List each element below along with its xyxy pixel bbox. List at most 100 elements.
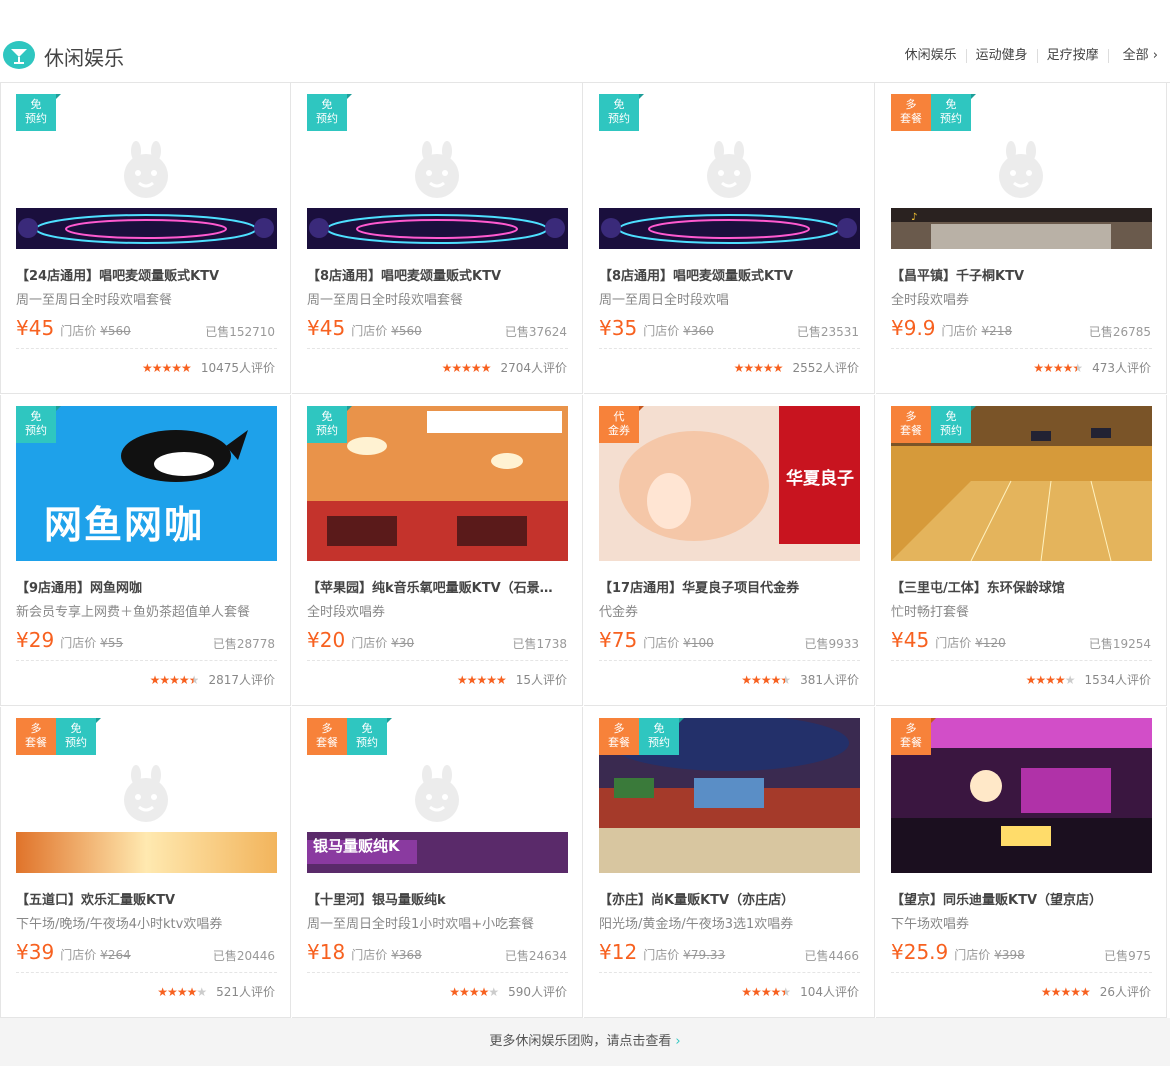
deal-price-group: ¥45 门店价 ¥560 [307, 316, 422, 340]
deal-thumbnail[interactable]: 多 套餐免 预约 [891, 406, 1152, 561]
store-price-label: 门店价 [935, 636, 972, 650]
deal-card[interactable]: 代 金券 华夏良子 【17店通用】华夏良子项目代金券 代金券 ¥75 门店价 ¥100 已售9… [584, 395, 875, 706]
deal-title[interactable]: 【三里屯/工体】东环保龄球馆 [891, 577, 1154, 596]
deal-thumbnail[interactable]: 免 预约 [307, 406, 568, 561]
deal-thumbnail[interactable]: 多 套餐免 预约 ♪ [891, 94, 1152, 249]
store-price-label: 门店价 [351, 324, 388, 338]
ktv-banner-image [307, 208, 568, 249]
store-price: ¥79.33 [683, 948, 726, 962]
store-price: ¥264 [100, 948, 131, 962]
netcafe-logo-text: 网鱼网咖 [44, 503, 205, 547]
rating: ★★★★★ 15人评价 [457, 671, 567, 688]
badge: 免 预约 [931, 406, 976, 443]
divider [599, 348, 860, 349]
rating: ★★★★★ 2704人评价 [442, 359, 567, 376]
deal-title[interactable]: 【五道口】欢乐汇量贩KTV [16, 889, 279, 908]
badge-group: 多 套餐免 预约 [307, 718, 392, 755]
massage-brand-text: 华夏良子 [786, 469, 854, 489]
deal-card[interactable]: 多 套餐免 预约 ♪ 【昌平镇】千子桐KTV 全时段欢唱券 ¥9.9 门店价 ¥218 已售2… [876, 83, 1167, 394]
divider [307, 972, 568, 973]
deal-title[interactable]: 【十里河】银马量贩纯k [307, 889, 570, 908]
star-rating-icon: ★★★★★ [456, 672, 507, 687]
deal-thumbnail[interactable]: 多 套餐免 预约银马量贩纯K [307, 718, 568, 873]
deal-thumbnail[interactable]: 多 套餐免 预约 [599, 718, 860, 873]
review-count: 2817人评价 [208, 673, 275, 687]
deal-title[interactable]: 【昌平镇】千子桐KTV [891, 265, 1154, 284]
deal-price: ¥45 [891, 628, 930, 652]
badge: 多 套餐 [891, 94, 936, 131]
sold-count: 已售9933 [804, 637, 859, 651]
deal-card[interactable]: 免 预约 【24店通用】唱吧麦颂量贩式KTV 周一至周日全时段欢唱套餐 ¥45 门店价 ¥… [0, 83, 291, 394]
deal-price: ¥9.9 [891, 316, 936, 340]
deal-thumbnail[interactable]: 免 预约 [16, 94, 277, 249]
rating: ★★★★★ 521人评价 [157, 983, 275, 1000]
badge: 免 预约 [931, 94, 976, 131]
deal-price: ¥18 [307, 940, 346, 964]
store-price: ¥560 [100, 324, 131, 338]
deal-title[interactable]: 【8店通用】唱吧麦颂量贩式KTV [307, 265, 570, 284]
review-count: 10475人评价 [200, 361, 275, 375]
deal-thumbnail[interactable]: 免 预约网鱼网咖 [16, 406, 277, 561]
deal-title[interactable]: 【苹果园】纯k音乐氧吧量贩KTV（石景… [307, 577, 570, 596]
deal-price-group: ¥12 门店价 ¥79.33 [599, 940, 725, 964]
review-count: 590人评价 [508, 985, 567, 999]
page-title: 休闲娱乐 [44, 46, 124, 70]
deal-card[interactable]: 多 套餐免 预约 【亦庄】尚K量贩KTV（亦庄店） 阳光场/黄金场/午夜场3选1欢唱… [584, 707, 875, 1018]
store-price-label: 门店价 [954, 948, 991, 962]
store-price-label: 门店价 [60, 324, 97, 338]
store-price: ¥368 [391, 948, 422, 962]
badge-group: 免 预约 [307, 406, 352, 443]
badge: 免 预约 [16, 406, 61, 443]
nav-item-fitness[interactable]: 运动健身 [967, 49, 1038, 63]
review-count: 1534人评价 [1084, 673, 1151, 687]
deal-thumbnail[interactable]: 免 预约 [307, 94, 568, 249]
placeholder-mascot-icon [124, 765, 168, 822]
deal-thumbnail[interactable]: 代 金券华夏良子 [599, 406, 860, 561]
badge: 免 预约 [307, 94, 352, 131]
nav-item-leisure[interactable]: 休闲娱乐 [896, 49, 967, 63]
sold-count: 已售4466 [804, 949, 859, 963]
deal-card[interactable]: 多 套餐免 预约 银马量贩纯K 【十里河】银马量贩纯k 周一至周日全时段1小时欢唱+小… [292, 707, 583, 1018]
deal-card[interactable]: 免 预约 【8店通用】唱吧麦颂量贩式KTV 周一至周日全时段欢唱 ¥35 门店价 ¥360… [584, 83, 875, 394]
sold-count: 已售28778 [212, 637, 275, 651]
deal-thumbnail[interactable]: 多 套餐免 预约 [16, 718, 277, 873]
deal-card[interactable]: 免 预约 网鱼网咖 【9店通用】网鱼网咖 新会员专享上网费＋鱼奶茶超值单人套餐 ¥29 门… [0, 395, 291, 706]
deal-price-group: ¥45 门店价 ¥560 [16, 316, 131, 340]
deal-card[interactable]: 多 套餐 【望京】同乐迪量贩KTV（望京店） 下午场欢唱券 ¥25.9 门店价 ¥398 已… [876, 707, 1167, 1018]
deal-thumbnail[interactable]: 免 预约 [599, 94, 860, 249]
deal-price: ¥39 [16, 940, 55, 964]
deal-card[interactable]: 免 预约 【8店通用】唱吧麦颂量贩式KTV 周一至周日全时段欢唱套餐 ¥45 门店价 ¥5… [292, 83, 583, 394]
deal-price-group: ¥35 门店价 ¥360 [599, 316, 714, 340]
deal-price-group: ¥9.9 门店价 ¥218 [891, 316, 1012, 340]
sold-count: 已售152710 [205, 325, 275, 339]
nav-item-all[interactable]: 全部 › [1109, 49, 1170, 63]
divider [891, 972, 1152, 973]
svg-text:♪: ♪ [911, 212, 917, 223]
more-deals-link[interactable]: 更多休闲娱乐团购，请点击查看 › [0, 1018, 1170, 1066]
deal-card[interactable]: 多 套餐免 预约【五道口】欢乐汇量贩KTV 下午场/晚场/午夜场4小时ktv欢唱券… [0, 707, 291, 1018]
banner-text: 银马量贩纯K [313, 837, 400, 855]
deal-price-group: ¥45 门店价 ¥120 [891, 628, 1006, 652]
deal-title[interactable]: 【17店通用】华夏良子项目代金券 [599, 577, 862, 596]
deal-title[interactable]: 【亦庄】尚K量贩KTV（亦庄店） [599, 889, 862, 908]
deal-subtitle: 下午场/晚场/午夜场4小时ktv欢唱券 [16, 917, 223, 932]
deal-card[interactable]: 免 预约 【苹果园】纯k音乐氧吧量贩KTV（石景… 全时段欢唱券 ¥20 门店价 ¥30 已… [292, 395, 583, 706]
divider [599, 972, 860, 973]
deal-thumbnail[interactable]: 多 套餐 [891, 718, 1152, 873]
sold-count: 已售975 [1104, 949, 1151, 963]
deal-title[interactable]: 【望京】同乐迪量贩KTV（望京店） [891, 889, 1154, 908]
deal-title[interactable]: 【8店通用】唱吧麦颂量贩式KTV [599, 265, 862, 284]
cocktail-icon [3, 41, 35, 69]
deal-title[interactable]: 【24店通用】唱吧麦颂量贩式KTV [16, 265, 279, 284]
deal-price-group: ¥18 门店价 ¥368 [307, 940, 422, 964]
badge: 多 套餐 [307, 718, 352, 755]
deal-price: ¥45 [307, 316, 346, 340]
deal-title[interactable]: 【9店通用】网鱼网咖 [16, 577, 279, 596]
nav-item-massage[interactable]: 足疗按摩 [1038, 49, 1109, 63]
badge-group: 代 金券 [599, 406, 644, 443]
deal-card[interactable]: 多 套餐免 预约 【三里屯/工体】东环保龄球馆 忙时畅打套餐 ¥45 门店价 ¥120 已售… [876, 395, 1167, 706]
placeholder-mascot-icon [707, 141, 751, 198]
star-rating-icon: ★★★★★ [733, 360, 784, 375]
star-rating-icon: ★★★★★ [1040, 984, 1091, 999]
deal-subtitle: 新会员专享上网费＋鱼奶茶超值单人套餐 [16, 605, 251, 620]
